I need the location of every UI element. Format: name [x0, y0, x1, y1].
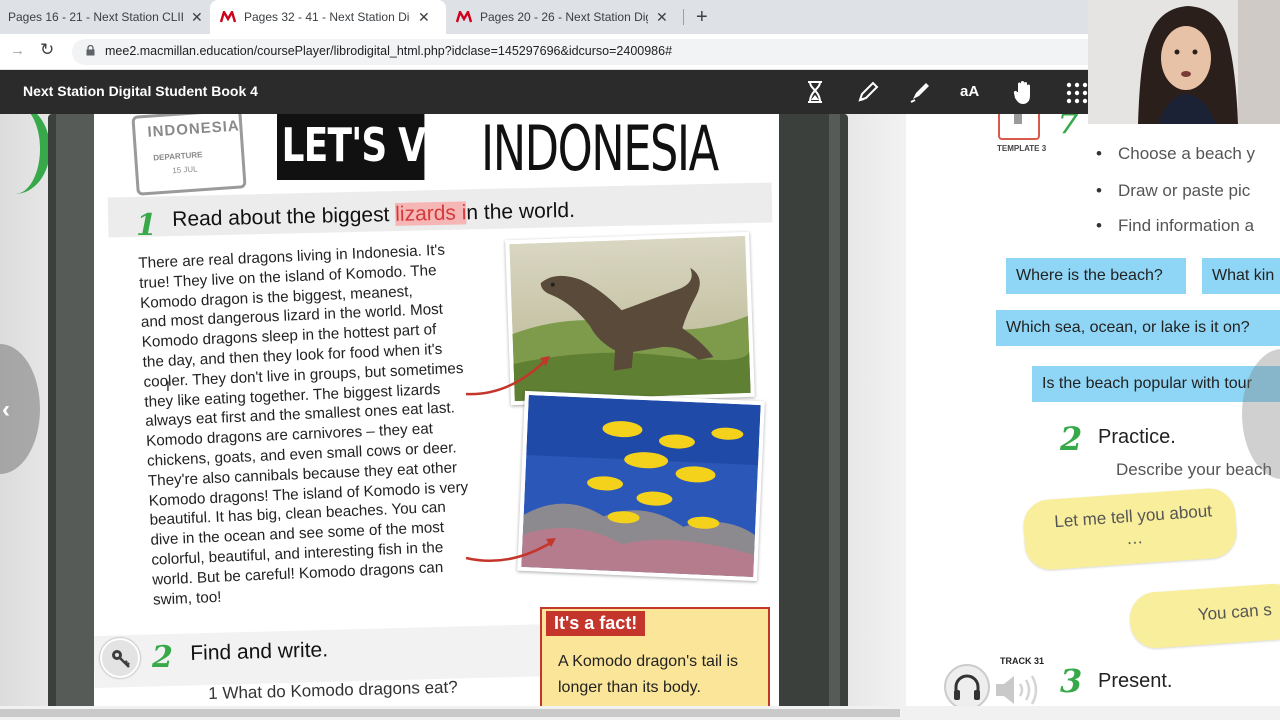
browser-tab-active[interactable]: Pages 32 - 41 - Next Station Digital ✕ — [210, 0, 446, 34]
speech-bubble: Let me tell you about … — [1021, 486, 1239, 572]
presenter-video — [1088, 0, 1280, 124]
tab-title: Pages 20 - 26 - Next Station Digital — [480, 10, 648, 24]
chevron-left-icon: ‹ — [2, 396, 10, 423]
reload-icon[interactable]: ↻ — [40, 40, 54, 60]
pencil-icon[interactable] — [856, 80, 880, 104]
stamp-date: 15 JUL — [171, 164, 198, 176]
macmillan-logo-icon — [456, 11, 472, 23]
activity-number: 3 — [1060, 662, 1083, 700]
activity-heading: Practice. — [1098, 426, 1176, 448]
tab-title: Pages 16 - 21 - Next Station CLIL — [8, 10, 183, 24]
activity-number: 1 — [136, 208, 157, 243]
book-page-right: TEMPLATE 3 7 Choose a beach y Draw or pa… — [906, 114, 1280, 720]
fact-title: It's a fact! — [546, 611, 646, 636]
tab-close-icon[interactable]: ✕ — [418, 9, 430, 26]
question-prompt: Which sea, ocean, or lake is it on? — [996, 310, 1280, 346]
activity-number: 2 — [1060, 420, 1083, 458]
answer-key-button[interactable] — [100, 638, 140, 678]
reading-passage: There are real dragons living in Indones… — [138, 238, 513, 610]
browser-tab[interactable]: Pages 20 - 26 - Next Station Digital ✕ — [456, 0, 686, 34]
url-text: mee2.macmillan.education/coursePlayer/li… — [105, 44, 673, 58]
forward-arrow-icon[interactable]: → — [10, 42, 25, 59]
speech-bubble: You can s — [1128, 582, 1280, 650]
hand-icon[interactable] — [1012, 80, 1036, 106]
highlighted-text[interactable]: lizards i — [394, 201, 467, 226]
template-label: TEMPLATE 3 — [997, 144, 1047, 153]
audio-button[interactable] — [944, 664, 990, 710]
tab-title: Pages 32 - 41 - Next Station Digital — [244, 10, 410, 24]
instruction-bullet: Choose a beach y — [1096, 144, 1255, 164]
stamp-title: INDONESIA — [146, 117, 241, 141]
macmillan-logo-icon — [220, 11, 236, 23]
activity-heading: Present. — [1098, 670, 1173, 692]
fact-box: It's a fact! A Komodo dragon's tail is l… — [540, 607, 770, 717]
activity-heading: Find and write. — [190, 638, 329, 665]
marker-icon[interactable] — [908, 80, 932, 104]
new-tab-button[interactable]: + — [696, 6, 708, 29]
browser-tab[interactable]: Pages 16 - 21 - Next Station CLIL ✕ — [8, 0, 208, 34]
tablet-frame-edge — [779, 114, 829, 720]
pointer-arrow — [465, 538, 556, 563]
grid-menu-icon[interactable] — [1066, 82, 1088, 104]
key-icon — [112, 650, 130, 668]
tab-close-icon[interactable]: ✕ — [656, 9, 668, 26]
activity-number: 2 — [152, 640, 173, 675]
browser-toolbar: → ↻ mee2.macmillan.education/coursePlaye… — [0, 34, 1102, 70]
book-reader: INDONESIA DEPARTURE 15 JUL LET'S VISIT I… — [0, 114, 1280, 720]
activity-instruction: Describe your beach — [1116, 460, 1272, 479]
activity-number: 7 — [1058, 114, 1079, 141]
lock-icon — [86, 45, 95, 56]
text-size-icon[interactable]: aA — [960, 83, 979, 100]
question-prompt: Where is the beach? — [1006, 258, 1186, 294]
track-label: TRACK 31 — [1000, 656, 1045, 666]
speech-bubble-text: You can s — [1197, 600, 1273, 625]
heading-text: Read about the biggest — [172, 202, 396, 231]
speaker-icon[interactable] — [994, 672, 1044, 708]
book-page-left: INDONESIA DEPARTURE 15 JUL LET'S VISIT I… — [94, 114, 779, 720]
fact-body: A Komodo dragon's tail is longer than it… — [558, 653, 739, 696]
template-icon[interactable] — [998, 114, 1040, 140]
tab-separator — [683, 9, 684, 25]
app-title: Next Station Digital Student Book 4 — [23, 83, 258, 99]
headphones-icon — [954, 674, 980, 700]
browser-tab-strip: Pages 16 - 21 - Next Station CLIL ✕ Page… — [0, 0, 1090, 34]
passport-stamp: INDONESIA DEPARTURE 15 JUL — [131, 114, 247, 196]
stamp-subtitle: DEPARTURE — [153, 150, 203, 163]
instruction-bullet: Draw or paste pic — [1096, 181, 1250, 201]
horizontal-scrollbar[interactable] — [0, 706, 1280, 720]
webcam-overlay — [1088, 0, 1280, 124]
hourglass-icon[interactable] — [805, 80, 825, 104]
address-bar[interactable]: mee2.macmillan.education/coursePlayer/li… — [72, 39, 1102, 65]
scrollbar-thumb[interactable] — [0, 709, 900, 717]
page-title-country: INDONESIA — [481, 114, 719, 185]
question-prompt: What kin — [1202, 258, 1280, 294]
instruction-bullet: Find information a — [1096, 216, 1254, 236]
speech-bubble-text: Let me tell you about … — [1053, 501, 1213, 549]
heading-text: n the world. — [466, 198, 576, 225]
tab-close-icon[interactable]: ✕ — [191, 9, 203, 26]
text-cursor-icon: I — [166, 378, 170, 394]
page-title-banner: LET'S VISIT — [277, 114, 500, 180]
